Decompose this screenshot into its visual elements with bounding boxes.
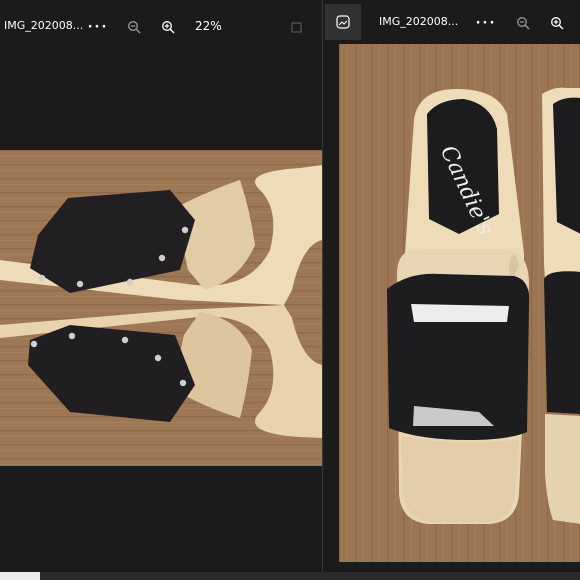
titlebar-left: IMG_202008... ··· 22% (0, 8, 322, 46)
photo-sandals-side (0, 150, 322, 466)
window-title: IMG_202008... (379, 15, 459, 28)
zoom-out-icon[interactable] (510, 10, 536, 36)
photo-sandals-top-image: Candie's (339, 44, 580, 562)
zoom-level[interactable]: 22% (195, 19, 222, 33)
photo-viewer-window-left: IMG_202008... ··· 22% (0, 0, 322, 572)
taskbar-strip (0, 572, 580, 580)
more-options-button[interactable]: ··· (85, 14, 111, 40)
more-options-button[interactable]: ··· (473, 10, 499, 36)
photo-sandals-top: Candie's (339, 44, 580, 562)
zoom-in-icon[interactable] (544, 10, 570, 36)
restore-icon[interactable] (283, 14, 309, 40)
window-title: IMG_202008... (4, 19, 84, 32)
photo-viewer-window-right: IMG_202008... ··· Candie's (322, 0, 580, 572)
photo-sandals-side-image (0, 150, 322, 466)
photos-app-icon (325, 4, 361, 40)
zoom-in-icon[interactable] (155, 14, 181, 40)
titlebar-right: IMG_202008... ··· (323, 4, 580, 42)
zoom-out-icon[interactable] (121, 14, 147, 40)
